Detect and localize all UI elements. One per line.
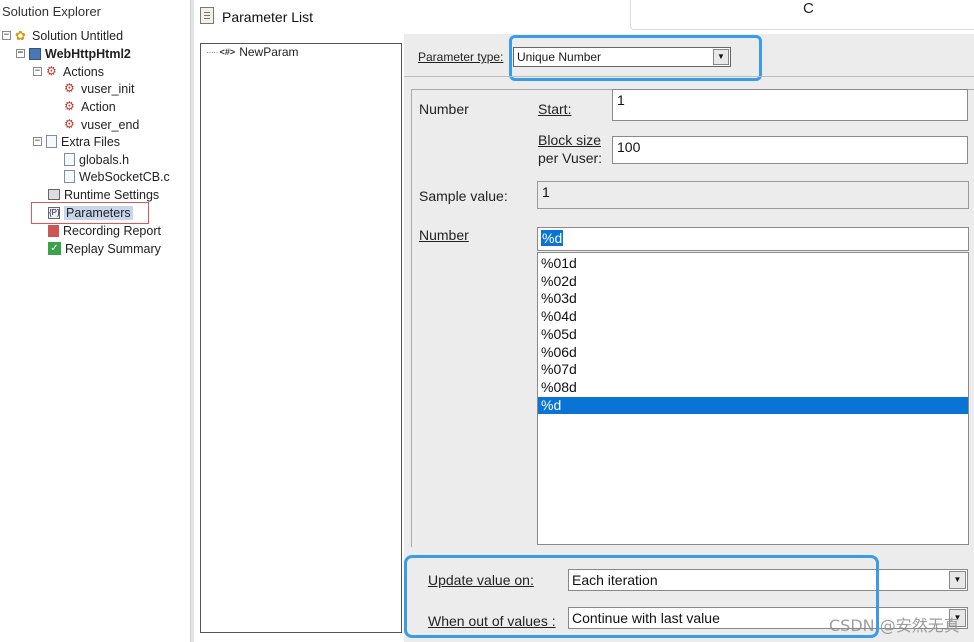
app-window: Solution Explorer − ✿ Solution Untitled … xyxy=(0,0,974,642)
refresh-panel xyxy=(630,0,974,30)
format-option[interactable]: %05d xyxy=(538,326,968,344)
tree-item-vuser-init[interactable]: ⚙ vuser_init xyxy=(64,80,135,97)
actions-icon: ⚙ xyxy=(46,64,57,78)
number-format-input[interactable]: %d xyxy=(537,227,969,251)
splitter[interactable] xyxy=(190,0,194,642)
format-option[interactable]: %01d xyxy=(538,255,968,273)
tree-item-label: Recording Report xyxy=(63,223,161,238)
start-label: Start: xyxy=(538,101,572,117)
file-icon xyxy=(64,153,75,166)
block-size-label-line1: Block size xyxy=(538,132,602,148)
format-option[interactable]: %06d xyxy=(538,344,968,362)
tree-item-label: WebSocketCB.c xyxy=(79,169,170,184)
explorer-title: Solution Explorer xyxy=(2,4,101,19)
tree-connector: ····· xyxy=(206,46,219,58)
solution-explorer: Solution Explorer − ✿ Solution Untitled … xyxy=(0,0,190,642)
divider xyxy=(404,76,974,77)
sample-value-label: Sample value: xyxy=(419,188,508,204)
tree-item-label: vuser_end xyxy=(81,117,140,132)
tree-item-label: vuser_init xyxy=(81,81,135,96)
tree-item-label: Actions xyxy=(63,64,104,79)
chevron-down-icon[interactable]: ▼ xyxy=(949,571,966,589)
file-icon xyxy=(64,170,75,183)
start-input[interactable]: 1 xyxy=(612,89,968,121)
folder-file-icon xyxy=(46,135,57,148)
collapse-icon[interactable]: − xyxy=(16,49,25,58)
tree-item-label: Extra Files xyxy=(61,134,121,149)
format-option[interactable]: %d xyxy=(538,396,968,415)
tree-item-label: WebHttpHtml2 xyxy=(45,46,131,61)
parameters-highlight-box xyxy=(31,202,149,224)
check-icon: ✓ xyxy=(48,242,61,255)
param-tag-icon: <#> xyxy=(219,47,236,57)
tree-item-vuser-end[interactable]: ⚙ vuser_end xyxy=(64,116,139,133)
tree-item-replay-summary[interactable]: ✓ Replay Summary xyxy=(48,240,161,257)
parameter-type-highlight-box xyxy=(509,35,762,81)
action-icon: ⚙ xyxy=(64,81,75,95)
format-option[interactable]: %02d xyxy=(538,273,968,291)
number-format-list[interactable]: %01d %02d %03d %04d %05d %06d %07d %08d %d xyxy=(537,252,969,545)
number-format-value: %d xyxy=(541,230,564,246)
project-icon xyxy=(29,47,41,60)
sample-value-display: 1 xyxy=(537,181,969,209)
tree-item-solution[interactable]: − ✿ Solution Untitled xyxy=(2,27,123,44)
tree-item-label: Action xyxy=(81,99,116,114)
block-size-input[interactable]: 100 xyxy=(612,136,968,164)
parameter-tree-panel xyxy=(200,43,402,633)
settings-icon xyxy=(48,189,60,200)
report-icon xyxy=(48,224,59,237)
format-option[interactable]: %03d xyxy=(538,290,968,308)
collapse-icon[interactable]: − xyxy=(33,137,42,146)
action-icon: ⚙ xyxy=(64,99,75,113)
format-option[interactable]: %07d xyxy=(538,361,968,379)
tree-item-runtime-settings[interactable]: Runtime Settings xyxy=(48,186,159,203)
tree-item-project[interactable]: − WebHttpHtml2 xyxy=(16,45,131,62)
dialog-title: Parameter List xyxy=(222,9,314,25)
tree-item-actions[interactable]: − ⚙ Actions xyxy=(33,63,104,80)
watermark: CSDN @安然无真 xyxy=(829,616,960,635)
tree-item-globals[interactable]: globals.h xyxy=(64,151,129,168)
update-options-highlight-box xyxy=(404,555,879,638)
tree-item-label: Runtime Settings xyxy=(64,187,160,202)
action-icon: ⚙ xyxy=(64,117,75,131)
block-size-label-line2: per Vuser: xyxy=(538,150,603,166)
collapse-icon[interactable]: − xyxy=(2,31,11,40)
parameter-list-icon xyxy=(200,7,214,24)
parameter-type-label: Parameter type: xyxy=(418,50,504,64)
parameter-tree-item[interactable]: ····· <#> NewParam xyxy=(206,45,299,59)
refresh-icon[interactable]: C xyxy=(803,0,814,17)
format-option[interactable]: %08d xyxy=(538,379,968,397)
parameter-name: NewParam xyxy=(239,45,299,59)
format-option[interactable]: %04d xyxy=(538,308,968,326)
tree-item-label: Replay Summary xyxy=(65,241,161,256)
number-format-label: Number xyxy=(419,227,469,243)
tree-item-recording-report[interactable]: Recording Report xyxy=(48,222,161,239)
tree-item-websocketcb[interactable]: WebSocketCB.c xyxy=(64,168,170,185)
tree-item-action[interactable]: ⚙ Action xyxy=(64,98,116,115)
tree-item-label: Solution Untitled xyxy=(32,28,124,43)
collapse-icon[interactable]: − xyxy=(33,67,42,76)
solution-icon: ✿ xyxy=(15,28,26,43)
tree-item-extra-files[interactable]: − Extra Files xyxy=(33,133,120,150)
number-section-label: Number xyxy=(419,101,469,117)
tree-item-label: globals.h xyxy=(79,152,130,167)
